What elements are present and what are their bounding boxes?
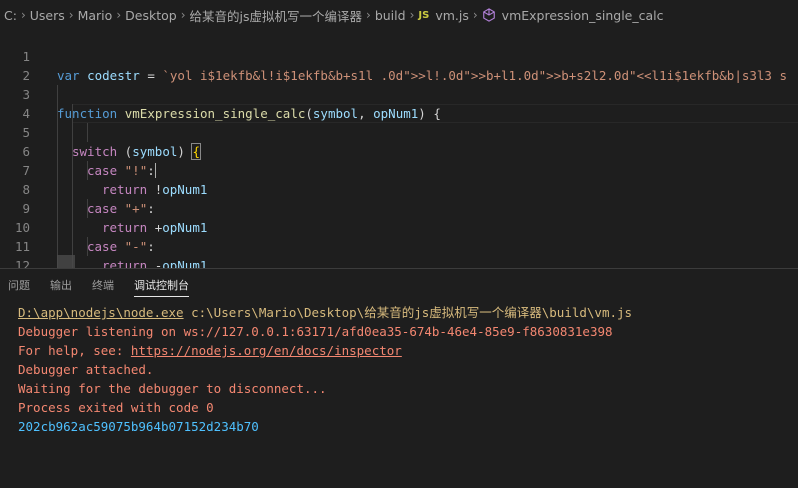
inspector-docs-link[interactable]: https://nodejs.org/en/docs/inspector — [131, 343, 402, 358]
bottom-panel: 问题 输出 终端 调试控制台 D:\app\nodejs\node.exe c:… — [0, 268, 798, 488]
debug-console-output[interactable]: D:\app\nodejs\node.exe c:\Users\Mario\De… — [18, 303, 632, 436]
breadcrumb-symbol[interactable]: vmExpression_single_calc — [502, 8, 664, 23]
node-exe-link[interactable]: D:\app\nodejs\node.exe — [18, 305, 184, 320]
chevron-right-icon: › — [20, 8, 26, 22]
code-line: 10 return -opNum1 — [0, 199, 798, 268]
code-line: 4 switch (symbol) { — [0, 85, 798, 160]
js-file-icon: JS — [418, 9, 430, 21]
code-line: 5 case "!": — [0, 104, 798, 178]
console-line: For help, see: https://nodejs.org/en/doc… — [18, 343, 402, 358]
symbol-method-icon — [482, 8, 496, 22]
console-line: 202cb962ac59075b964b07152d234b70 — [18, 419, 259, 434]
chevron-right-icon: › — [116, 8, 122, 22]
tab-terminal[interactable]: 终端 — [92, 269, 114, 303]
breadcrumb-drive[interactable]: C: — [4, 8, 17, 23]
code-line: 12 return ~opNum1 — [0, 237, 798, 268]
horizontal-scrollbar-thumb[interactable] — [57, 255, 75, 268]
code-line: 13 default: — [0, 256, 798, 268]
console-line: Waiting for the debugger to disconnect..… — [18, 381, 327, 396]
chevron-right-icon: › — [409, 8, 415, 22]
code-line: 11 case "~": — [0, 218, 798, 254]
chevron-right-icon: › — [366, 8, 371, 22]
code-line: 6 return !opNum1 — [0, 123, 798, 197]
breadcrumb-file[interactable]: vm.js — [435, 8, 469, 23]
chevron-right-icon: › — [472, 8, 478, 22]
code-line: 9 case "-": — [0, 180, 798, 254]
tab-problems[interactable]: 问题 — [8, 269, 30, 303]
breadcrumb: C: › Users › Mario › Desktop › 给某音的js虚拟机… — [0, 0, 798, 30]
panel-tabs: 问题 输出 终端 调试控制台 — [0, 269, 209, 303]
breadcrumb-desktop[interactable]: Desktop — [125, 8, 177, 23]
code-line: 7 case "+": — [0, 142, 798, 216]
indent-guide — [57, 85, 58, 104]
code-line: 2 — [0, 47, 798, 83]
code-line: 3 function vmExpression_single_calc(symb… — [0, 66, 798, 121]
breadcrumb-project-folder[interactable]: 给某音的js虚拟机写一个编译器 — [190, 6, 363, 25]
console-line: D:\app\nodejs\node.exe c:\Users\Mario\De… — [18, 303, 632, 322]
breadcrumb-users[interactable]: Users — [30, 8, 65, 23]
tab-output[interactable]: 输出 — [50, 269, 72, 303]
breadcrumb-mario[interactable]: Mario — [78, 8, 113, 23]
code-line: 1 var codestr = `yol i$1ekfb&l!i$1ekfb&b… — [0, 28, 798, 83]
script-path: c:\Users\Mario\Desktop\给某音的js虚拟机写一个编译器\b… — [183, 305, 633, 320]
tab-debug-console[interactable]: 调试控制台 — [134, 269, 189, 303]
chevron-right-icon: › — [68, 8, 74, 22]
console-line: Process exited with code 0 — [18, 400, 214, 415]
console-line: Debugger listening on ws://127.0.0.1:631… — [18, 324, 613, 339]
console-line: Debugger attached. — [18, 362, 154, 377]
code-line: 8 return +opNum1 — [0, 161, 798, 235]
breadcrumb-build[interactable]: build — [375, 8, 406, 23]
code-editor[interactable]: 1 var codestr = `yol i$1ekfb&l!i$1ekfb&b… — [0, 28, 798, 268]
chevron-right-icon: › — [180, 8, 186, 22]
